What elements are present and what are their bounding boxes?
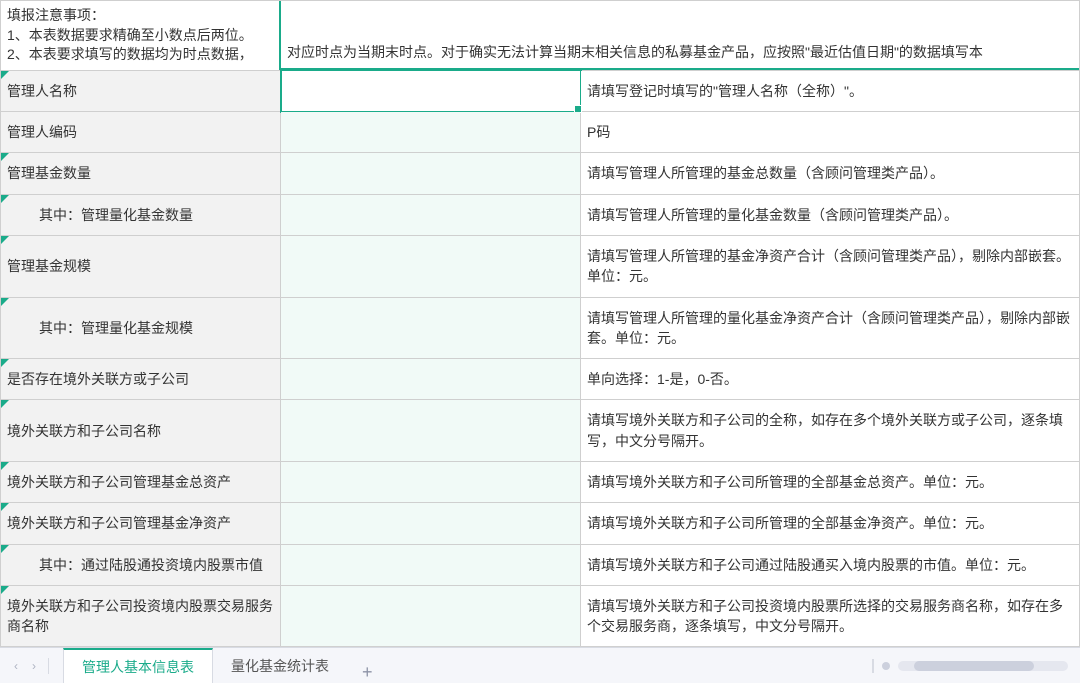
notes-row: 填报注意事项： 1、本表数据要求精确至小数点后两位。 2、本表要求填写的数据均为… [0,0,1080,70]
row-description: 请填写管理人所管理的量化基金净资产合计（含顾问管理类产品），剔除内部嵌套。单位：… [581,297,1080,359]
table-row: 境外关联方和子公司管理基金净资产 请填写境外关联方和子公司所管理的全部基金净资产。… [1,503,1080,544]
row-input[interactable] [281,70,581,111]
sheet-nav-arrows: ‹ › [4,648,63,683]
table-row: 境外关联方和子公司名称 请填写境外关联方和子公司的全称，如存在多个境外关联方或子公… [1,400,1080,462]
row-description: 请填写登记时填写的"管理人名称（全称）"。 [581,70,1080,111]
form-table: 管理人名称请填写登记时填写的"管理人名称（全称）"。管理人编码P码管理基金数量请… [0,70,1080,647]
add-sheet-button[interactable]: + [348,662,387,683]
row-input[interactable] [281,359,581,400]
row-input[interactable] [281,462,581,503]
row-label: 境外关联方和子公司管理基金总资产 [1,462,281,503]
tab-manager-info[interactable]: 管理人基本信息表 [63,648,213,683]
sheet-prev-icon[interactable]: ‹ [10,660,22,672]
notes-line2-right: 对应时点为当期末时点。对于确实无法计算当期末相关信息的私募基金产品，应按照"最近… [287,43,983,63]
table-row: 管理基金规模 请填写管理人所管理的基金净资产合计（含顾问管理类产品），剔除内部嵌套… [1,235,1080,297]
table-row: 管理人名称 请填写登记时填写的"管理人名称（全称）"。 [1,70,1080,111]
table-row: 境外关联方和子公司管理基金总资产 请填写境外关联方和子公司所管理的全部基金总资产。… [1,462,1080,503]
hscroll-track[interactable] [898,661,1068,671]
notes-left: 填报注意事项： 1、本表数据要求精确至小数点后两位。 2、本表要求填写的数据均为… [1,1,281,70]
row-label: 境外关联方和子公司投资境内股票交易服务商名称 [1,585,281,647]
row-description: 请填写境外关联方和子公司的全称，如存在多个境外关联方或子公司，逐条填写，中文分号… [581,400,1080,462]
row-description: P码 [581,112,1080,153]
row-label: 管理人编码 [1,112,281,153]
row-input[interactable] [281,112,581,153]
row-label: 管理基金规模 [1,235,281,297]
row-input[interactable] [281,400,581,462]
row-label: 是否存在境外关联方或子公司 [1,359,281,400]
tab-quant-stats[interactable]: 量化基金统计表 [213,648,348,683]
notes-line1: 1、本表数据要求精确至小数点后两位。 [7,26,273,46]
row-label: 境外关联方和子公司管理基金净资产 [1,503,281,544]
table-row: 是否存在境外关联方或子公司 单向选择：1-是，0-否。 [1,359,1080,400]
row-label: 管理基金数量 [1,153,281,194]
notes-right: 对应时点为当期末时点。对于确实无法计算当期末相关信息的私募基金产品，应按照"最近… [281,1,1079,70]
notes-title: 填报注意事项： [7,6,273,26]
row-description: 请填写境外关联方和子公司所管理的全部基金净资产。单位：元。 [581,503,1080,544]
sheet-tab-bar: ‹ › 管理人基本信息表 量化基金统计表 + [0,647,1080,683]
table-row: 境外关联方和子公司投资境内股票交易服务商名称 请填写境外关联方和子公司投资境内股票… [1,585,1080,647]
row-label: 管理人名称 [1,70,281,111]
row-input[interactable] [281,585,581,647]
notes-line2-left: 2、本表要求填写的数据均为时点数据， [7,45,273,65]
table-row: 管理基金数量 请填写管理人所管理的基金总数量（含顾问管理类产品）。 [1,153,1080,194]
row-input[interactable] [281,544,581,585]
hscroll-region [872,648,1080,683]
row-label: 其中：通过陆股通投资境内股票市值 [1,544,281,585]
hscroll-thumb[interactable] [914,661,1034,671]
hscroll-sep-left [872,659,874,673]
row-input[interactable] [281,153,581,194]
sheet-tabs: 管理人基本信息表 量化基金统计表 + [63,648,387,683]
table-row: 管理人编码 P码 [1,112,1080,153]
row-description: 单向选择：1-是，0-否。 [581,359,1080,400]
row-input[interactable] [281,235,581,297]
row-description: 请填写管理人所管理的量化基金数量（含顾问管理类产品）。 [581,194,1080,235]
row-input[interactable] [281,194,581,235]
hscroll-dot[interactable] [882,662,890,670]
table-row: 其中：通过陆股通投资境内股票市值 请填写境外关联方和子公司通过陆股通买入境内股票的… [1,544,1080,585]
row-description: 请填写管理人所管理的基金总数量（含顾问管理类产品）。 [581,153,1080,194]
row-input[interactable] [281,297,581,359]
row-input[interactable] [281,503,581,544]
row-description: 请填写境外关联方和子公司通过陆股通买入境内股票的市值。单位：元。 [581,544,1080,585]
row-label: 其中：管理量化基金规模 [1,297,281,359]
row-description: 请填写境外关联方和子公司投资境内股票所选择的交易服务商名称，如存在多个交易服务商… [581,585,1080,647]
row-label: 境外关联方和子公司名称 [1,400,281,462]
sheet-next-icon[interactable]: › [28,660,40,672]
row-description: 请填写境外关联方和子公司所管理的全部基金总资产。单位：元。 [581,462,1080,503]
table-row: 其中：管理量化基金规模 请填写管理人所管理的量化基金净资产合计（含顾问管理类产品）… [1,297,1080,359]
nav-separator [48,658,49,674]
row-label: 其中：管理量化基金数量 [1,194,281,235]
row-description: 请填写管理人所管理的基金净资产合计（含顾问管理类产品），剔除内部嵌套。单位：元。 [581,235,1080,297]
table-row: 其中：管理量化基金数量 请填写管理人所管理的量化基金数量（含顾问管理类产品）。 [1,194,1080,235]
